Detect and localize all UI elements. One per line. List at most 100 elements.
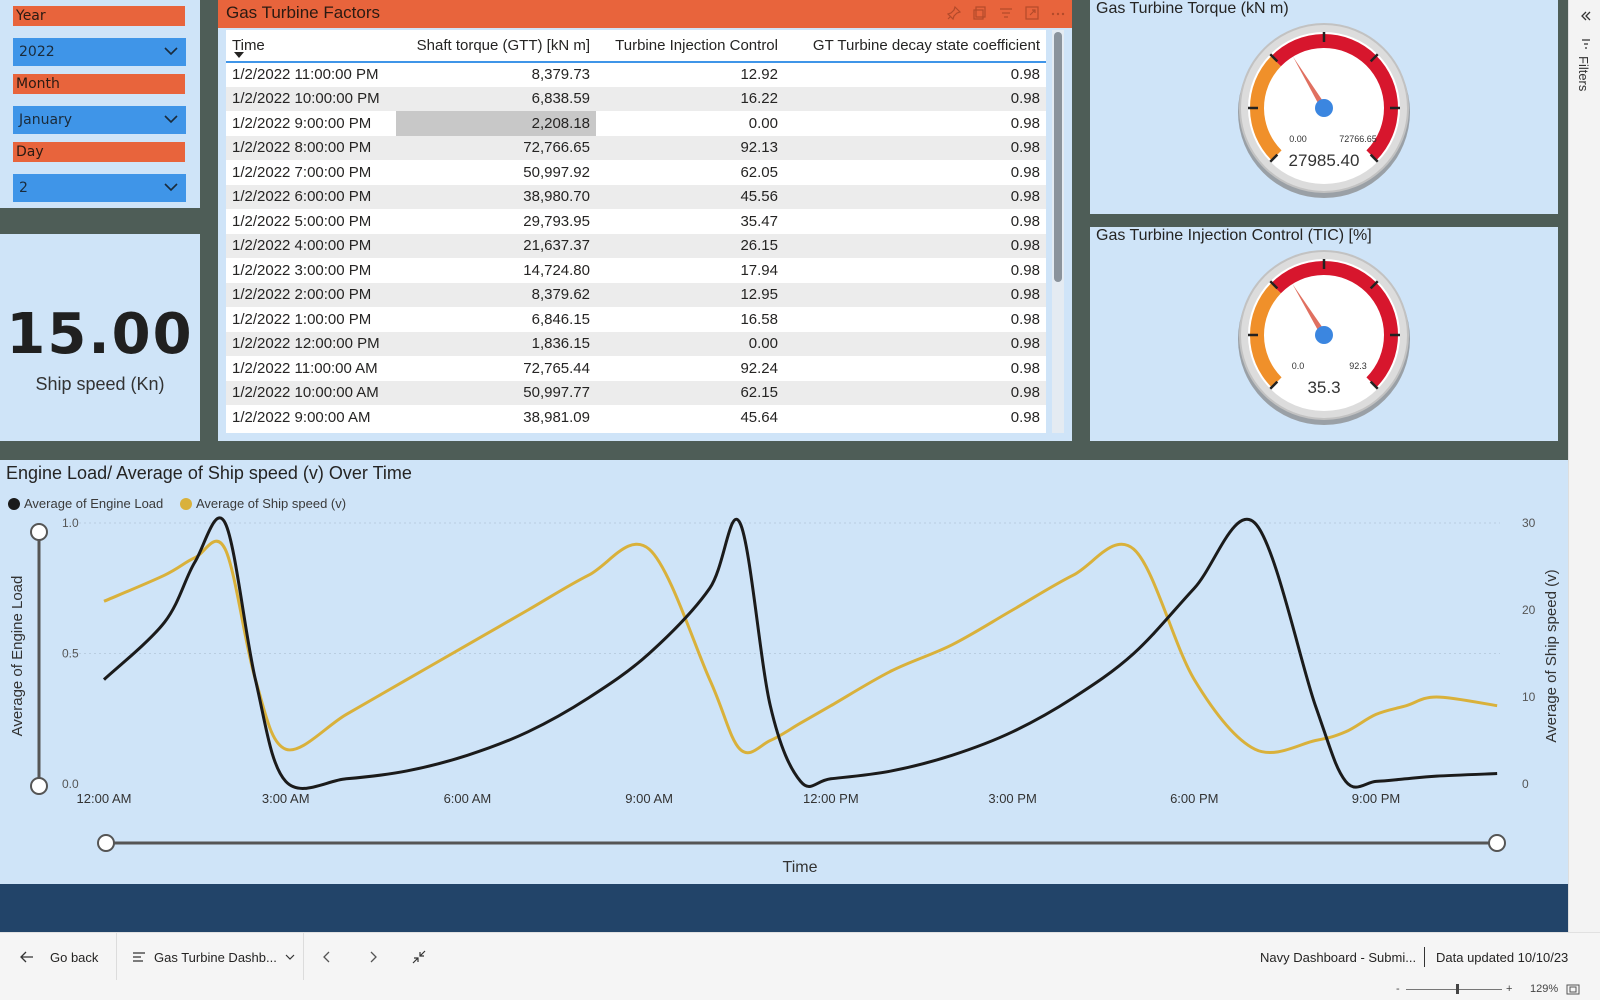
- cell-decay-coefficient[interactable]: 0.98: [784, 62, 1046, 87]
- cell-shaft-torque[interactable]: 29,793.95: [396, 209, 596, 234]
- exit-fullscreen-button[interactable]: [412, 933, 426, 981]
- cell-time[interactable]: 1/2/2022 11:00:00 AM: [226, 356, 396, 381]
- cell-shaft-torque[interactable]: 8,379.62: [396, 282, 596, 307]
- expand-filters-icon[interactable]: [1579, 10, 1591, 22]
- y-slider-handle-top[interactable]: [30, 523, 48, 541]
- cell-decay-coefficient[interactable]: 0.98: [784, 307, 1046, 332]
- cell-decay-coefficient[interactable]: 0.98: [784, 331, 1046, 356]
- table-row[interactable]: 1/2/2022 11:00:00 PM 8,379.73 12.92 0.98: [226, 62, 1046, 87]
- pin-icon[interactable]: [946, 5, 962, 21]
- cell-decay-coefficient[interactable]: 0.98: [784, 160, 1046, 185]
- table-row[interactable]: 1/2/2022 12:00:00 PM 1,836.15 0.00 0.98: [226, 331, 1046, 356]
- legend-item-engine-load[interactable]: Average of Engine Load: [8, 496, 163, 511]
- table-row[interactable]: 1/2/2022 6:00:00 PM 38,980.70 45.56 0.98: [226, 184, 1046, 209]
- column-header-shaft-torque[interactable]: Shaft torque (GTT) [kN m]: [396, 30, 596, 63]
- cell-injection-control[interactable]: 62.05: [596, 160, 784, 185]
- table-row[interactable]: 1/2/2022 4:00:00 PM 21,637.37 26.15 0.98: [226, 233, 1046, 258]
- cell-time[interactable]: 1/2/2022 3:00:00 PM: [226, 258, 396, 283]
- cell-decay-coefficient[interactable]: 0.98: [784, 135, 1046, 160]
- cell-injection-control[interactable]: 16.22: [596, 86, 784, 111]
- cell-time[interactable]: 1/2/2022 9:00:00 AM: [226, 405, 396, 430]
- cell-shaft-torque[interactable]: 50,997.77: [396, 380, 596, 405]
- cell-shaft-torque[interactable]: 6,846.15: [396, 307, 596, 332]
- cell-time[interactable]: 1/2/2022 7:00:00 PM: [226, 160, 396, 185]
- table-grid[interactable]: Time Shaft torque (GTT) [kN m] Turbine I…: [226, 30, 1046, 433]
- cell-injection-control[interactable]: 26.15: [596, 233, 784, 258]
- cell-decay-coefficient[interactable]: 0.98: [784, 86, 1046, 111]
- cell-shaft-torque[interactable]: 6,838.59: [396, 86, 596, 111]
- copy-icon[interactable]: [972, 5, 988, 21]
- cell-shaft-torque[interactable]: 21,637.37: [396, 233, 596, 258]
- previous-page-button[interactable]: [322, 933, 332, 981]
- cell-shaft-torque[interactable]: 50,997.92: [396, 160, 596, 185]
- cell-time[interactable]: 1/2/2022 10:00:00 PM: [226, 86, 396, 111]
- more-options-icon[interactable]: [1050, 5, 1066, 21]
- cell-decay-coefficient[interactable]: 0.98: [784, 405, 1046, 430]
- cell-shaft-torque[interactable]: 8,379.73: [396, 62, 596, 87]
- y-slider-handle-bottom[interactable]: [30, 777, 48, 795]
- cell-time[interactable]: 1/2/2022 1:00:00 PM: [226, 307, 396, 332]
- zoom-in-button[interactable]: +: [1506, 983, 1512, 995]
- go-back-button[interactable]: Go back: [20, 933, 98, 981]
- table-row[interactable]: 1/2/2022 1:00:00 PM 6,846.15 16.58 0.98: [226, 307, 1046, 332]
- cell-decay-coefficient[interactable]: 0.98: [784, 356, 1046, 381]
- scrollbar-thumb[interactable]: [1054, 32, 1062, 282]
- cell-injection-control[interactable]: 16.58: [596, 307, 784, 332]
- cell-time[interactable]: 1/2/2022 5:00:00 PM: [226, 209, 396, 234]
- cell-shaft-torque[interactable]: 1,836.15: [396, 331, 596, 356]
- cell-injection-control[interactable]: 0.00: [596, 331, 784, 356]
- cell-injection-control[interactable]: 0.00: [596, 111, 784, 136]
- table-row[interactable]: 1/2/2022 11:00:00 AM 72,765.44 92.24 0.98: [226, 356, 1046, 381]
- cell-time[interactable]: 1/2/2022 10:00:00 AM: [226, 380, 396, 405]
- day-dropdown[interactable]: 2: [13, 174, 186, 202]
- table-row[interactable]: 1/2/2022 2:00:00 PM 8,379.62 12.95 0.98: [226, 282, 1046, 307]
- table-row[interactable]: 1/2/2022 10:00:00 AM 50,997.77 62.15 0.98: [226, 380, 1046, 405]
- legend-item-ship-speed[interactable]: Average of Ship speed (v): [180, 496, 346, 511]
- cell-time[interactable]: 1/2/2022 8:00:00 PM: [226, 135, 396, 160]
- zoom-slider-thumb[interactable]: [1456, 984, 1459, 994]
- cell-decay-coefficient[interactable]: 0.98: [784, 233, 1046, 258]
- filter-icon[interactable]: [998, 5, 1014, 21]
- cell-decay-coefficient[interactable]: 0.98: [784, 258, 1046, 283]
- table-row[interactable]: 1/2/2022 8:00:00 PM 72,766.65 92.13 0.98: [226, 135, 1046, 160]
- cell-time[interactable]: 1/2/2022 12:00:00 PM: [226, 331, 396, 356]
- year-dropdown[interactable]: 2022: [13, 38, 186, 66]
- x-slider-handle-right[interactable]: [1488, 834, 1506, 852]
- cell-injection-control[interactable]: 92.13: [596, 135, 784, 160]
- table-row[interactable]: 1/2/2022 7:00:00 PM 50,997.92 62.05 0.98: [226, 160, 1046, 185]
- x-slider-handle-left[interactable]: [97, 834, 115, 852]
- cell-injection-control[interactable]: 12.95: [596, 282, 784, 307]
- zoom-slider[interactable]: [1406, 989, 1502, 990]
- column-header-injection-control[interactable]: Turbine Injection Control: [596, 30, 784, 63]
- next-page-button[interactable]: [368, 933, 378, 981]
- cell-injection-control[interactable]: 17.94: [596, 258, 784, 283]
- cell-injection-control[interactable]: 92.24: [596, 356, 784, 381]
- cell-decay-coefficient[interactable]: 0.98: [784, 380, 1046, 405]
- column-header-time[interactable]: Time: [226, 30, 396, 63]
- table-row[interactable]: 1/2/2022 5:00:00 PM 29,793.95 35.47 0.98: [226, 209, 1046, 234]
- cell-shaft-torque[interactable]: 38,980.70: [396, 184, 596, 209]
- cell-shaft-torque[interactable]: 38,981.09: [396, 405, 596, 430]
- table-row[interactable]: 1/2/2022 10:00:00 PM 6,838.59 16.22 0.98: [226, 86, 1046, 111]
- cell-time[interactable]: 1/2/2022 9:00:00 PM: [226, 111, 396, 136]
- cell-shaft-torque[interactable]: 14,724.80: [396, 258, 596, 283]
- page-selector[interactable]: Gas Turbine Dashb...: [132, 933, 295, 981]
- cell-time[interactable]: 1/2/2022 11:00:00 PM: [226, 62, 396, 87]
- focus-mode-icon[interactable]: [1024, 5, 1040, 21]
- cell-injection-control[interactable]: 12.92: [596, 62, 784, 87]
- cell-injection-control[interactable]: 35.47: [596, 209, 784, 234]
- table-row[interactable]: 1/2/2022 9:00:00 PM 2,208.18 0.00 0.98: [226, 111, 1046, 136]
- filters-pane-collapsed[interactable]: Filters: [1568, 0, 1600, 932]
- column-header-decay-coefficient[interactable]: GT Turbine decay state coefficient: [784, 30, 1046, 63]
- fit-to-page-icon[interactable]: [1566, 984, 1580, 995]
- cell-time[interactable]: 1/2/2022 4:00:00 PM: [226, 233, 396, 258]
- series-line-ship-speed[interactable]: [103, 539, 1498, 755]
- month-dropdown[interactable]: January: [13, 106, 186, 134]
- cell-decay-coefficient[interactable]: 0.98: [784, 209, 1046, 234]
- cell-shaft-torque[interactable]: 72,765.44: [396, 356, 596, 381]
- cell-decay-coefficient[interactable]: 0.98: [784, 111, 1046, 136]
- cell-shaft-torque[interactable]: 2,208.18: [396, 111, 596, 136]
- table-row[interactable]: 1/2/2022 9:00:00 AM 38,981.09 45.64 0.98: [226, 405, 1046, 430]
- zoom-out-button[interactable]: -: [1396, 983, 1400, 995]
- cell-injection-control[interactable]: 45.56: [596, 184, 784, 209]
